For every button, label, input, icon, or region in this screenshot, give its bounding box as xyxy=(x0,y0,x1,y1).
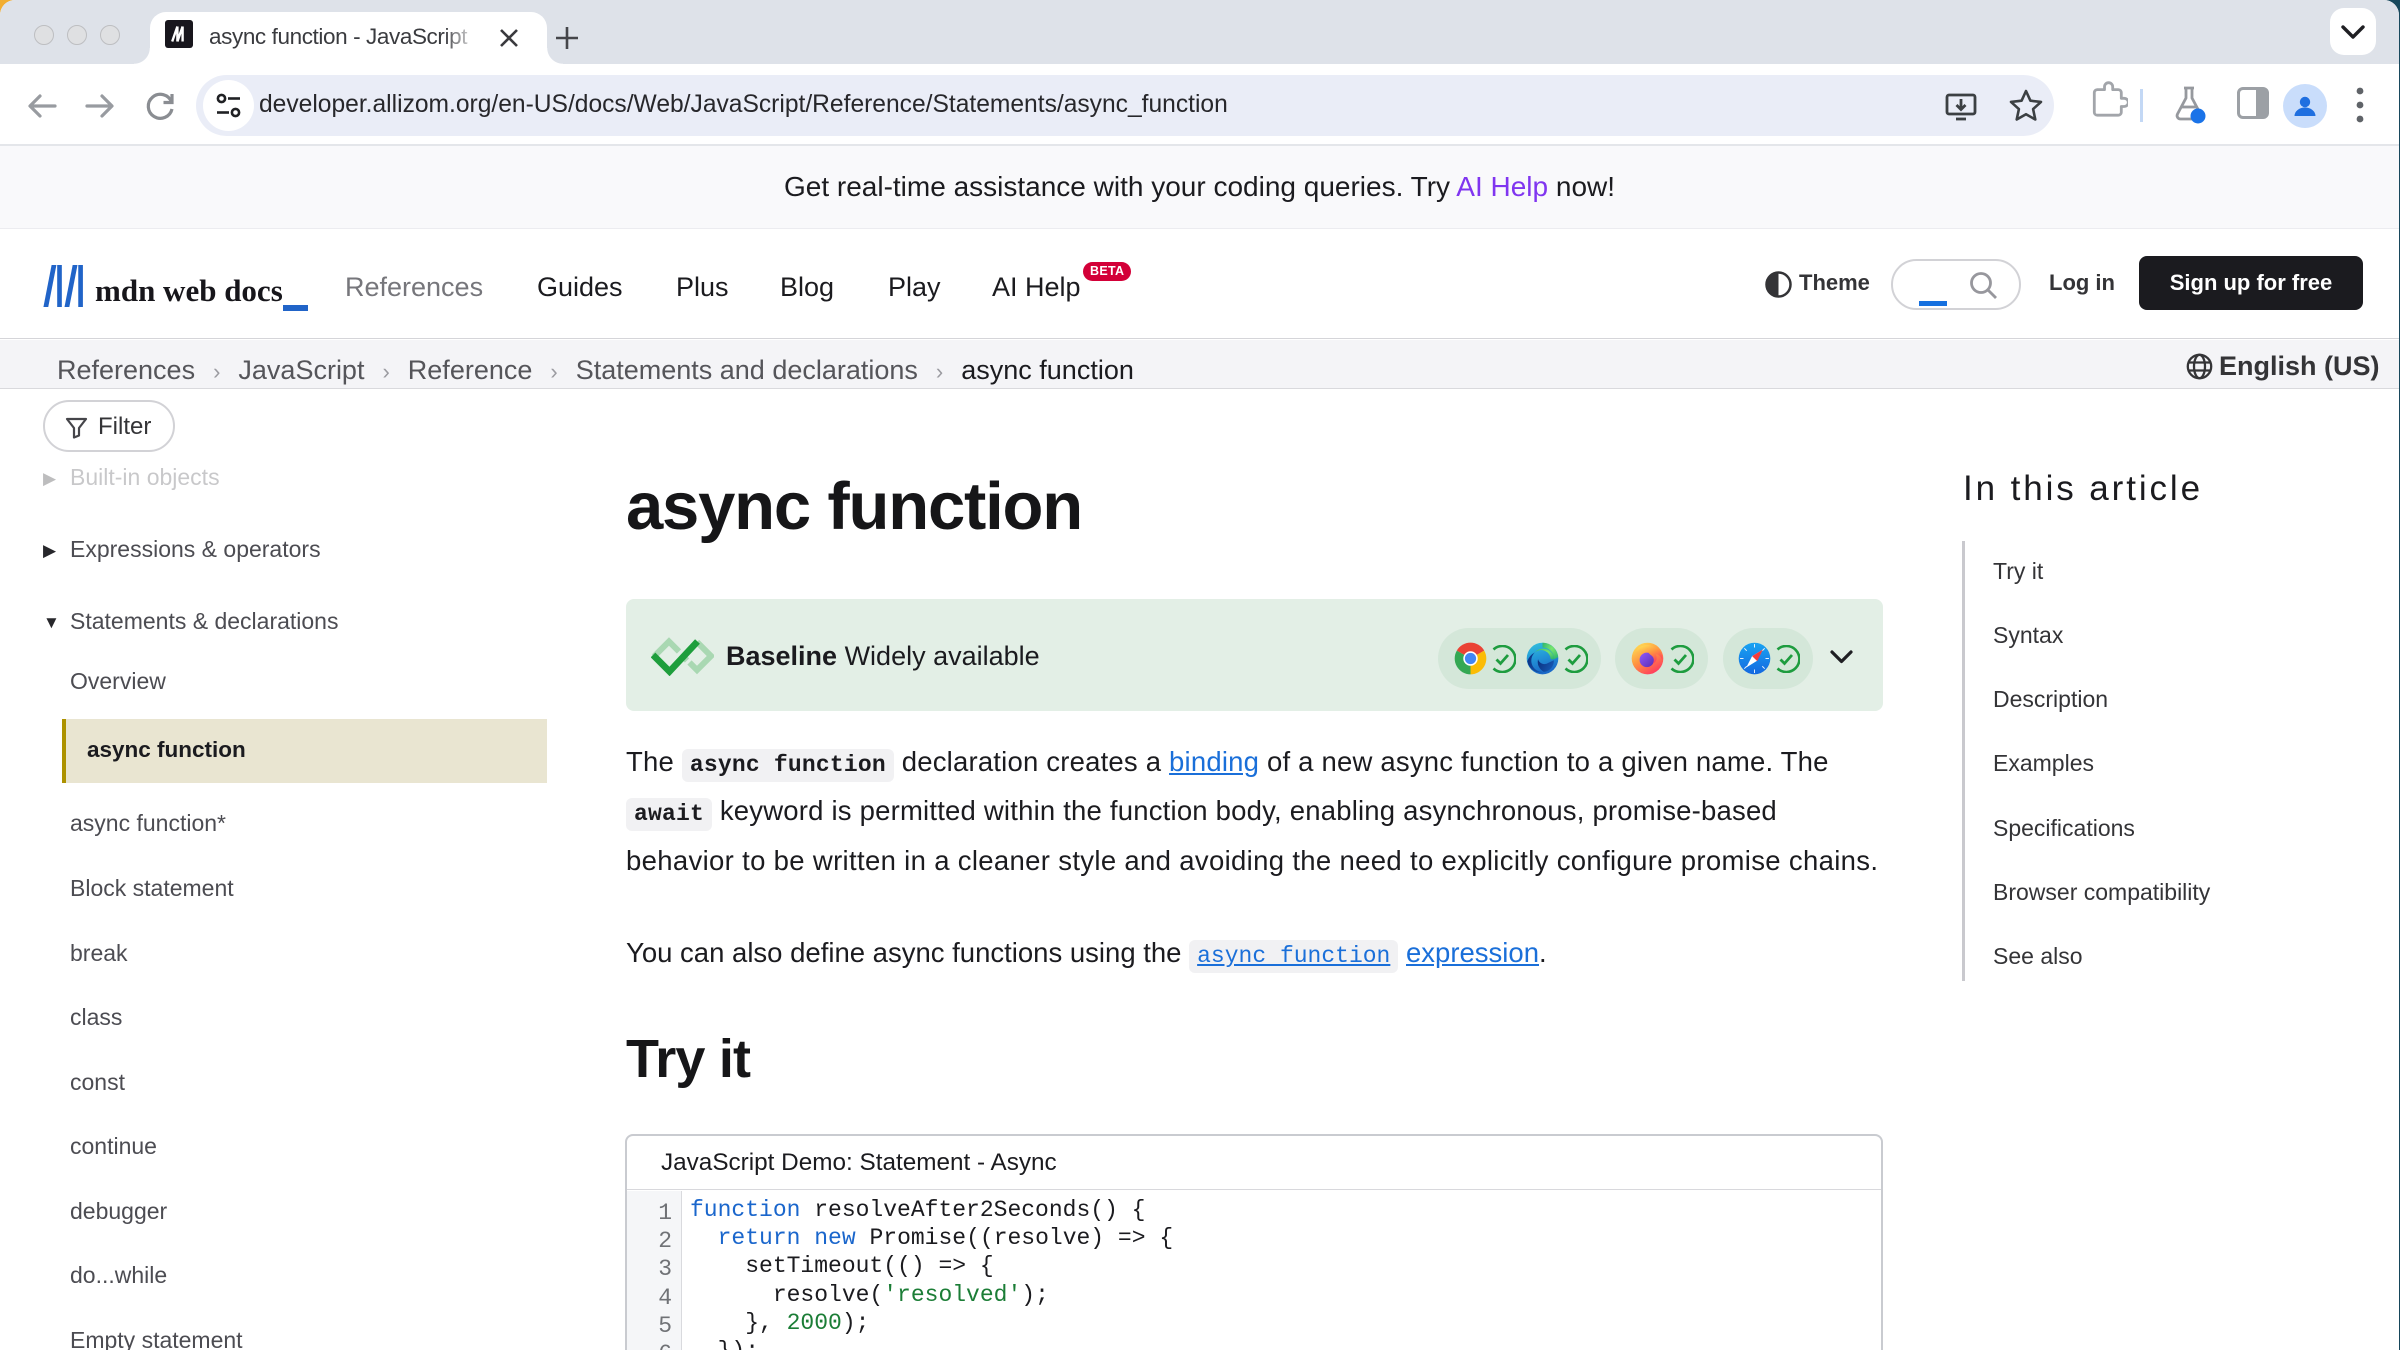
svg-text:mdn web docs: mdn web docs xyxy=(95,273,283,308)
